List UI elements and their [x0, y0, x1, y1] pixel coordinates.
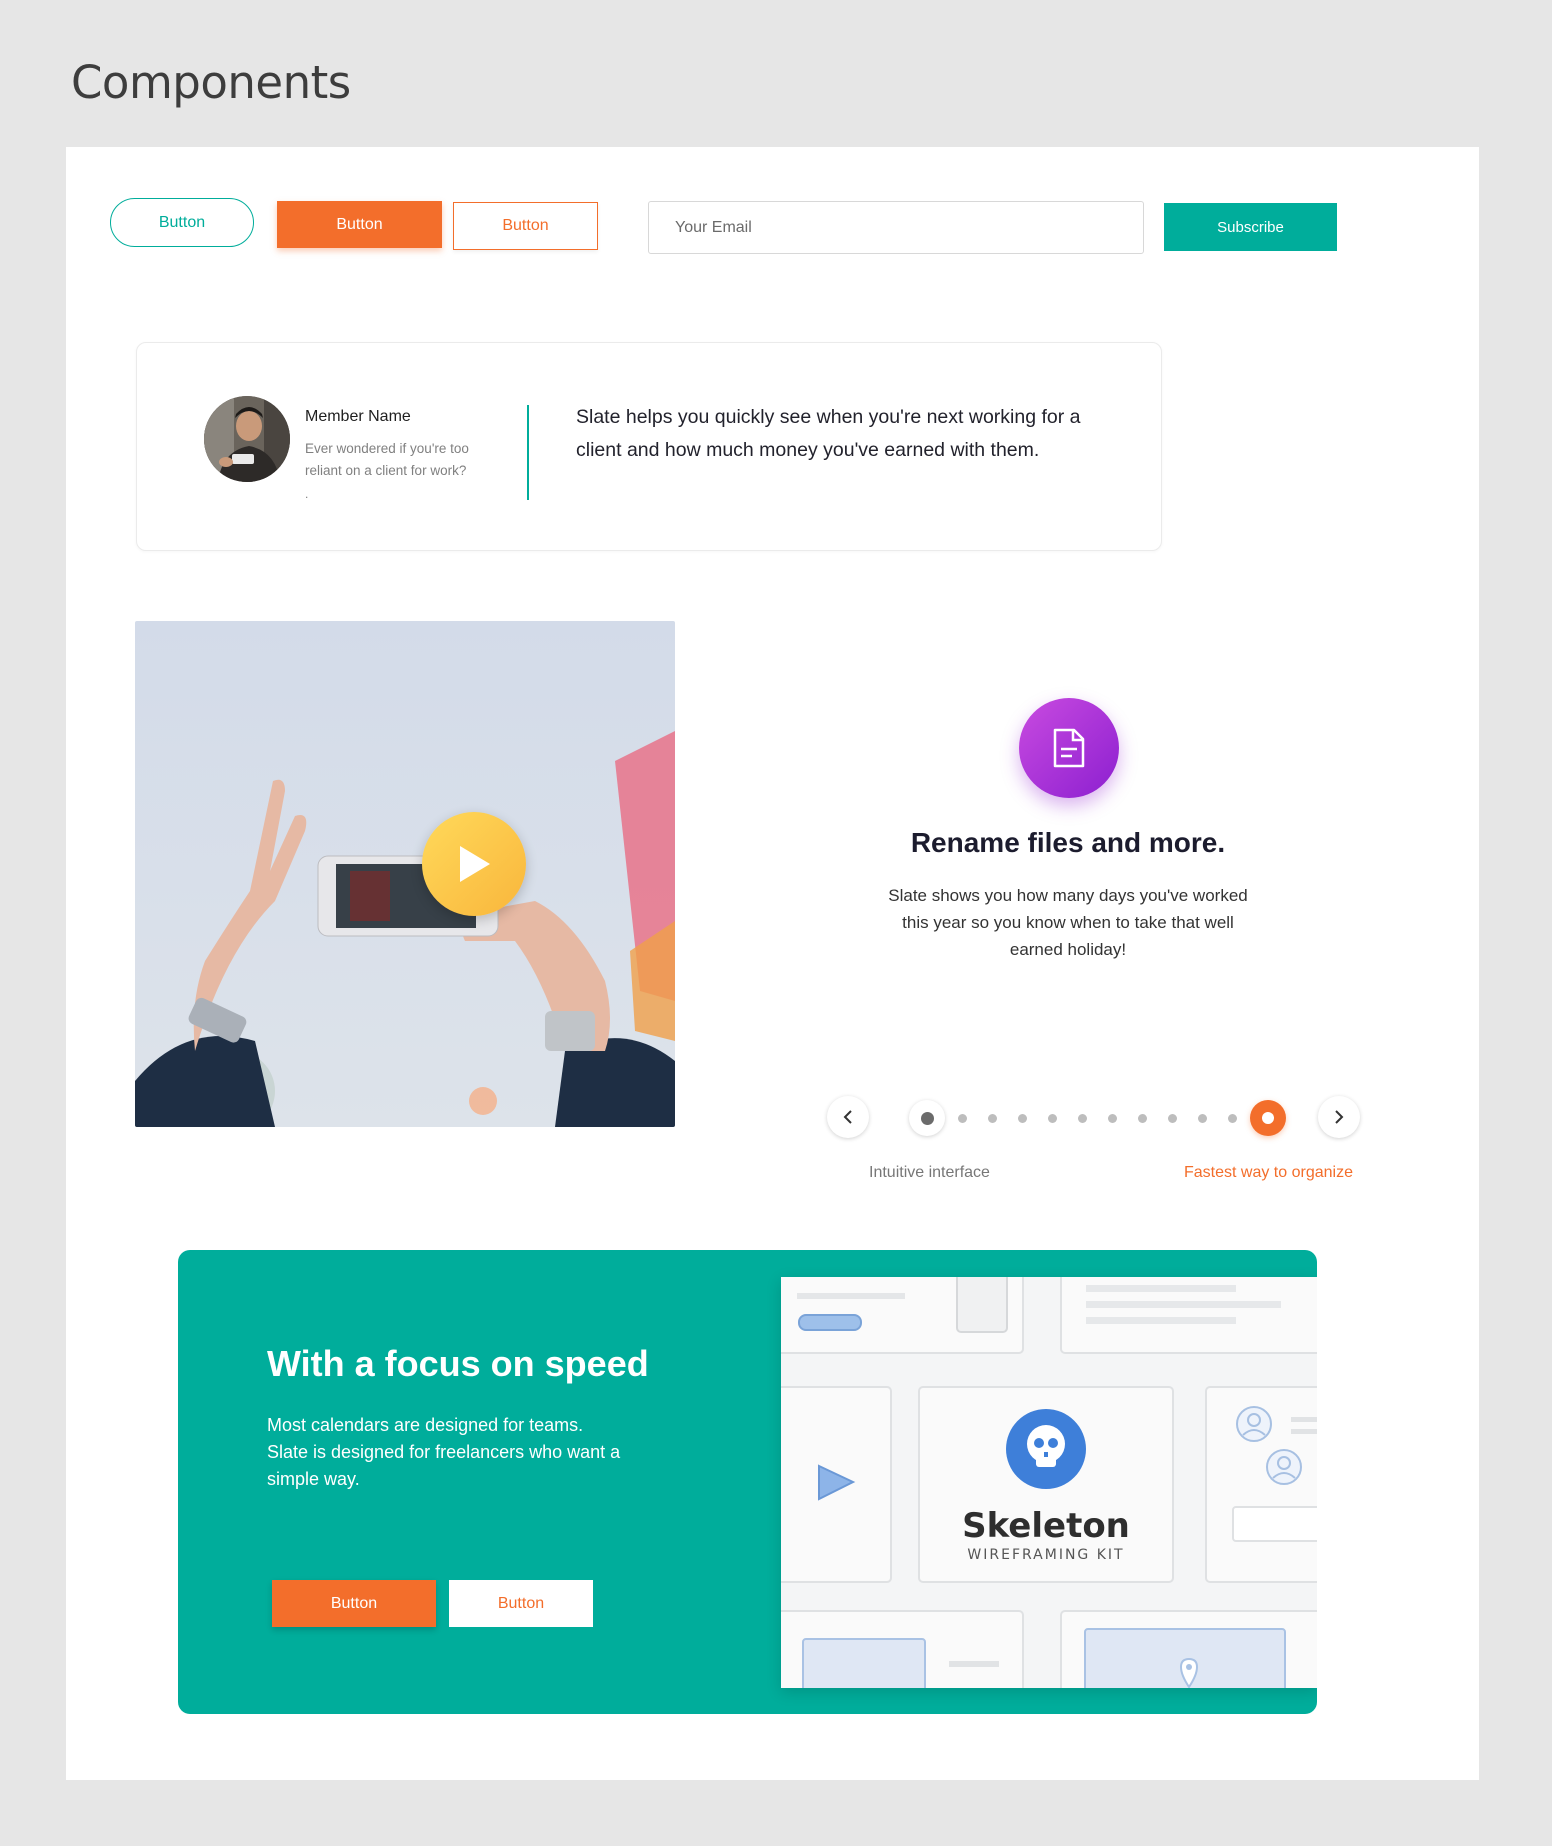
skeleton-brand: Skeleton — [962, 1506, 1130, 1546]
carousel-dot[interactable] — [1138, 1114, 1147, 1123]
carousel-dot[interactable] — [1048, 1114, 1057, 1123]
carousel-dot[interactable] — [958, 1114, 967, 1123]
carousel-dot[interactable] — [1198, 1114, 1207, 1123]
carousel-prev-button[interactable] — [827, 1096, 869, 1138]
page-title: Components — [71, 56, 351, 109]
feature-title: Rename files and more. — [910, 827, 1226, 858]
cta-secondary-button[interactable]: Button — [449, 1580, 593, 1627]
document-icon — [1053, 728, 1085, 768]
video-thumbnail[interactable] — [135, 621, 675, 1127]
cta-title: With a focus on speed — [267, 1343, 649, 1384]
carousel-dot-active[interactable] — [1250, 1100, 1286, 1136]
feature-text-line1: Slate shows you how many days you've wor… — [888, 886, 1248, 905]
skeleton-tagline: WIREFRAMING KIT — [967, 1547, 1124, 1563]
cta-section: With a focus on speed Most calendars are… — [178, 1250, 1317, 1714]
divider — [527, 405, 529, 500]
subscribe-button[interactable]: Subscribe — [1164, 203, 1337, 251]
carousel-label-right[interactable]: Fastest way to organize — [1184, 1164, 1353, 1182]
skeleton-wireframe-preview: Skeleton WIREFRAMING KIT — [781, 1277, 1317, 1688]
feature-text-rest: this year so you know when to take that … — [902, 913, 1234, 959]
carousel-dot[interactable] — [1018, 1114, 1027, 1123]
solid-orange-button[interactable]: Button — [277, 201, 442, 248]
carousel-dot[interactable] — [1108, 1114, 1117, 1123]
carousel-next-button[interactable] — [1318, 1096, 1360, 1138]
cta-text: Most calendars are designed for teams. S… — [267, 1415, 621, 1489]
email-input[interactable] — [648, 201, 1144, 254]
avatar-image — [204, 396, 290, 482]
cta-primary-button[interactable]: Button — [272, 1580, 436, 1627]
carousel-dot[interactable] — [1078, 1114, 1087, 1123]
testimonial-quote: Slate helps you quickly see when you're … — [576, 406, 1081, 461]
carousel-dot[interactable] — [988, 1114, 997, 1123]
carousel-dot[interactable] — [909, 1100, 945, 1136]
testimonial-card: Member Name Ever wondered if you're too … — [136, 342, 1162, 551]
chevron-left-icon — [843, 1110, 852, 1124]
avatar — [204, 396, 290, 482]
carousel-dot[interactable] — [1228, 1114, 1237, 1123]
photo-image — [135, 621, 675, 1127]
member-dot: . — [305, 487, 309, 501]
feature-icon-circle — [1019, 698, 1119, 798]
carousel-label-left: Intuitive interface — [869, 1164, 990, 1181]
outline-orange-button[interactable]: Button — [453, 202, 598, 250]
wireframe-illustration: Skeleton WIREFRAMING KIT — [781, 1277, 1317, 1688]
components-canvas: Button Button Button Subscribe Member Na… — [66, 147, 1479, 1780]
member-name: Member Name — [305, 408, 411, 425]
chevron-right-icon — [1335, 1110, 1344, 1124]
play-icon — [460, 846, 490, 882]
carousel-dot[interactable] — [1168, 1114, 1177, 1123]
pill-button[interactable]: Button — [110, 198, 254, 247]
member-subtitle: Ever wondered if you're too reliant on a… — [305, 441, 469, 478]
play-button[interactable] — [422, 812, 526, 916]
